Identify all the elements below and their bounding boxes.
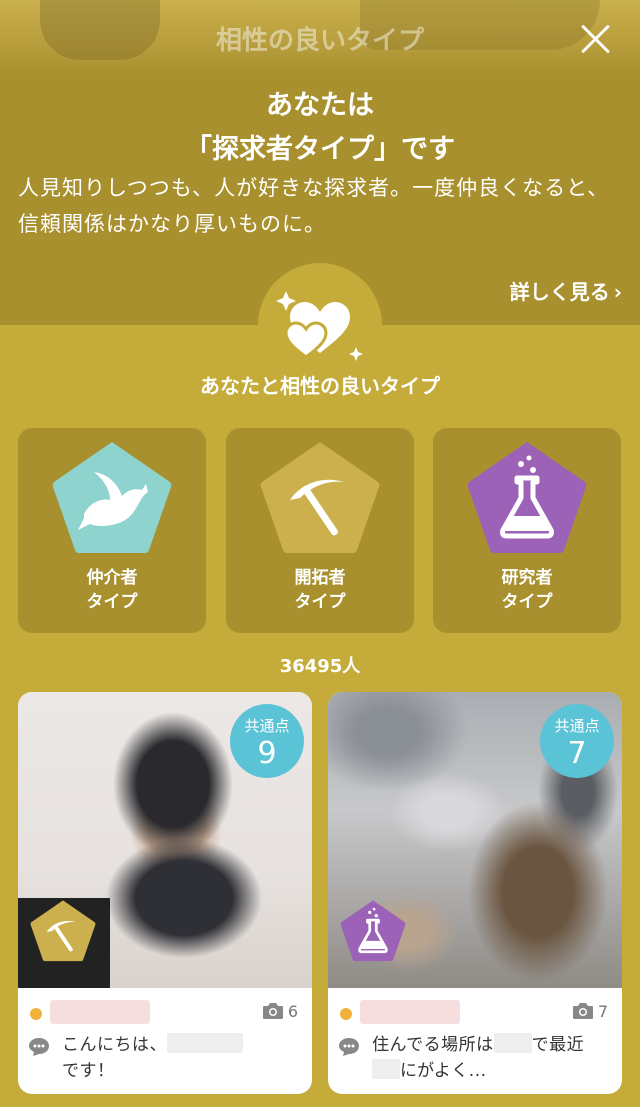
type-heading-line2: 「探求者タイプ」です <box>185 134 455 165</box>
type-card-mediator[interactable]: 仲介者 タイプ <box>18 428 206 633</box>
hearts-badge <box>258 263 382 387</box>
redacted-text <box>493 1033 532 1053</box>
camera-icon <box>262 1003 283 1019</box>
photo-count: 7 <box>572 1002 608 1021</box>
type-label: 仲介者 タイプ <box>18 566 206 614</box>
pickaxe-icon <box>260 442 380 553</box>
common-label: 共通点 <box>554 717 600 735</box>
type-suffix: タイプ <box>86 592 138 612</box>
type-heading: あなたは 「探求者タイプ」です <box>0 84 640 172</box>
type-label: 研究者 タイプ <box>433 566 621 614</box>
message-text: 住んでる場所は <box>372 1035 494 1055</box>
flask-icon <box>467 442 587 553</box>
user-photo: 共通点 9 <box>18 692 312 988</box>
type-description: 人見知りしつつも、人が好きな探求者。一度仲良くなると、信頼関係はかなり厚いものに… <box>18 176 610 236</box>
common-count: 9 <box>257 736 277 771</box>
page-title: 相性の良いタイプ <box>215 26 424 56</box>
common-count: 7 <box>567 736 587 771</box>
type-label: 開拓者 タイプ <box>226 566 414 614</box>
type-card-pioneer[interactable]: 開拓者 タイプ <box>226 428 414 633</box>
detail-link[interactable]: 詳しく見る › <box>510 276 622 305</box>
message-text: です！ <box>62 1061 115 1081</box>
photo-count-value: 7 <box>597 1002 608 1021</box>
chat-bubble-icon <box>339 1038 359 1056</box>
pickaxe-icon <box>30 900 96 962</box>
message-text: にがよく... <box>400 1061 487 1081</box>
type-suffix: タイプ <box>294 592 346 612</box>
online-status-dot <box>30 1008 42 1020</box>
type-suffix: タイプ <box>501 592 553 612</box>
online-status-dot <box>340 1008 352 1020</box>
message-preview: こんにちは、 です！ <box>62 1032 298 1084</box>
camera-icon <box>572 1003 593 1019</box>
close-icon[interactable] <box>570 14 622 66</box>
user-count: 36495人 <box>279 656 361 677</box>
dove-icon <box>52 442 172 553</box>
common-label: 共通点 <box>244 717 290 735</box>
chevron-right-icon: › <box>613 280 622 304</box>
message-text: こんにちは、 <box>62 1035 167 1055</box>
photo-count: 6 <box>262 1002 298 1021</box>
user-card[interactable]: 共通点 9 6 こんにちは、 です！ <box>18 692 312 1094</box>
type-name: 開拓者 <box>294 568 346 588</box>
redacted-text <box>167 1033 243 1053</box>
chat-bubble-icon <box>29 1038 49 1056</box>
flask-icon <box>340 900 406 962</box>
common-points-badge: 共通点 9 <box>230 704 304 778</box>
hearts-icon <box>276 291 363 361</box>
common-points-badge: 共通点 7 <box>540 704 614 778</box>
type-name: 仲介者 <box>86 568 138 588</box>
type-heading-line1: あなたは <box>266 90 374 121</box>
type-card-researcher[interactable]: 研究者 タイプ <box>433 428 621 633</box>
user-card[interactable]: 共通点 7 7 住んでる場所は で最近 にがよく... <box>328 692 622 1094</box>
redacted-text <box>372 1059 400 1079</box>
photo-count-value: 6 <box>287 1002 298 1021</box>
message-preview: 住んでる場所は で最近 にがよく... <box>372 1032 608 1084</box>
detail-link-label: 詳しく見る <box>509 280 610 304</box>
user-photo: 共通点 7 <box>328 692 622 988</box>
message-text: で最近 <box>531 1035 585 1055</box>
username-redacted <box>50 1000 150 1024</box>
username-redacted <box>360 1000 460 1024</box>
type-name: 研究者 <box>501 568 553 588</box>
compat-title: あなたと相性の良いタイプ <box>200 374 440 398</box>
